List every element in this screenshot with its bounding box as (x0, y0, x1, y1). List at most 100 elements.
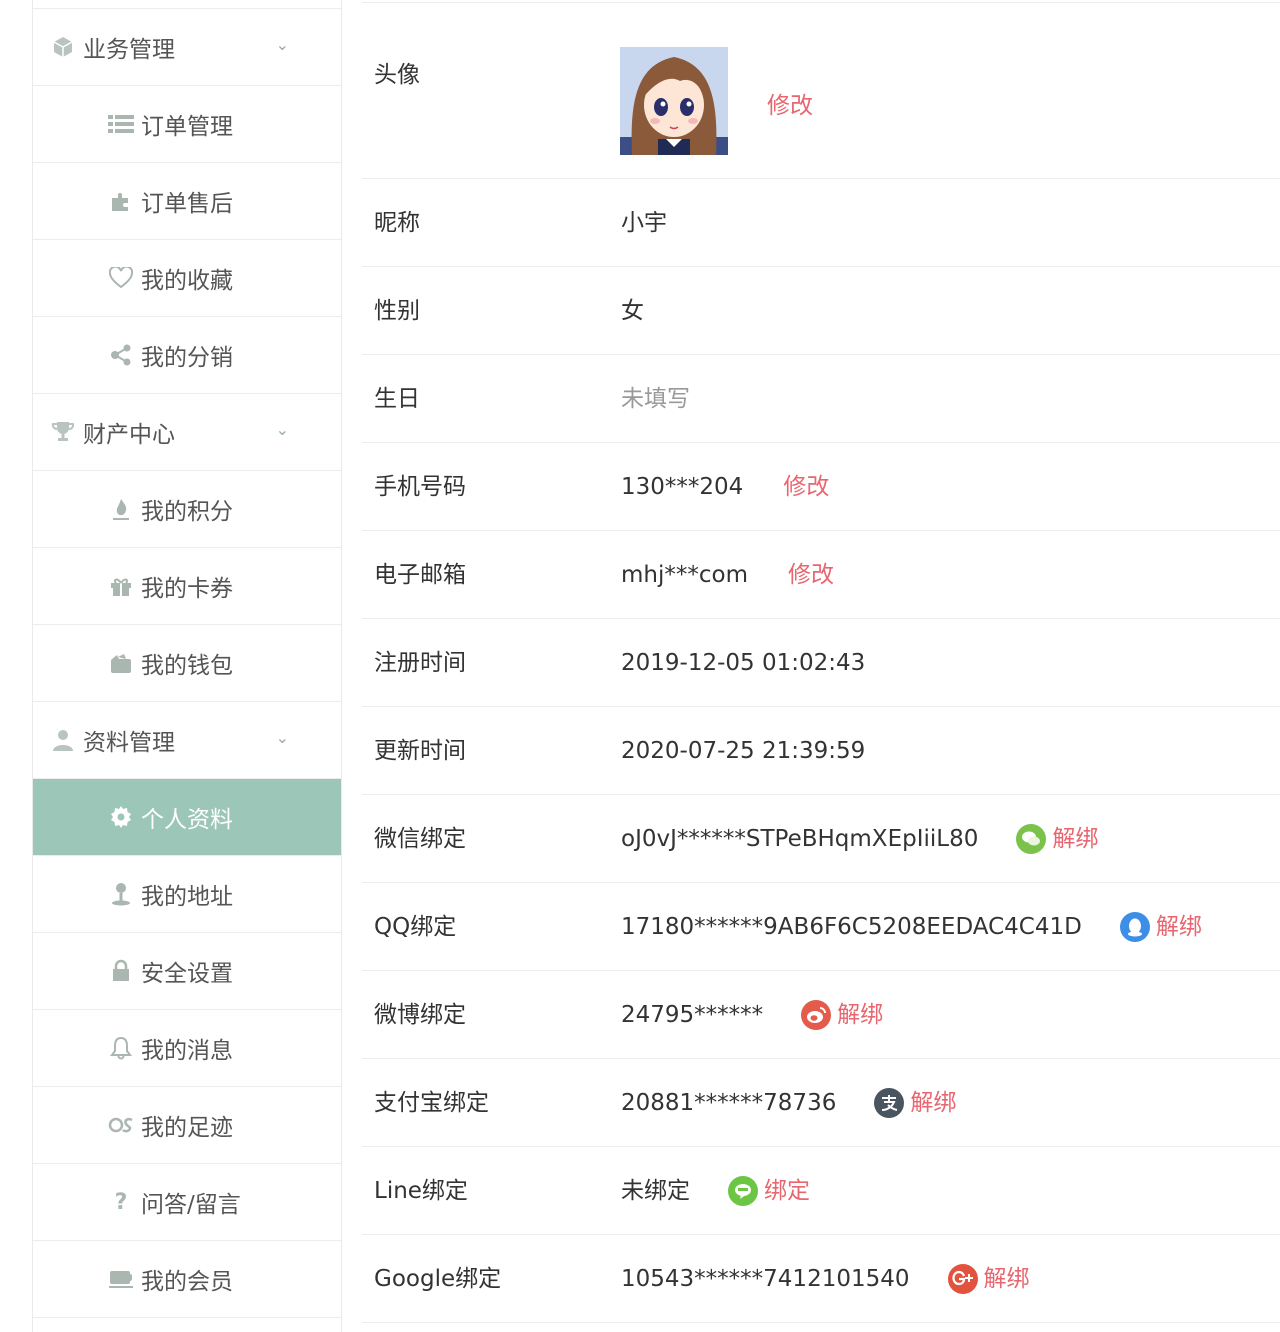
row-label: 昵称 (374, 210, 420, 236)
qq-value: 17180******9AB6F6C5208EEDAC4C41D (621, 914, 1082, 940)
sidebar-item-label: 我的钱包 (141, 653, 233, 679)
sidebar-item-label: 我的卡券 (141, 576, 233, 602)
row-label: 微信绑定 (374, 826, 466, 852)
row-label: Line绑定 (374, 1178, 468, 1204)
profile-row-wechat: 微信绑定 oJ0vJ******STPeBHqmXEpIiiL80 解绑 (362, 795, 1280, 883)
row-value: 2020-07-25 21:39:59 (621, 707, 865, 795)
wechat-icon (1016, 824, 1047, 854)
line-value: 未绑定 (621, 1178, 690, 1204)
alipay-icon (874, 1088, 905, 1118)
line-bind-button[interactable]: 绑定 (728, 1147, 810, 1235)
qq-unbind-button[interactable]: 解绑 (1119, 883, 1202, 971)
sidebar-item-label: 个人资料 (141, 807, 233, 833)
sidebar-group-label: 财产中心 (83, 422, 175, 448)
line-bind-label: 绑定 (764, 1178, 810, 1204)
row-value: 小宇 (621, 179, 667, 267)
bell-icon (107, 1034, 135, 1062)
weibo-icon (801, 1000, 832, 1030)
sidebar-item-label: 订单管理 (141, 114, 233, 140)
sidebar-item-security[interactable]: 安全设置 (33, 933, 341, 1010)
sidebar-group-business[interactable]: 业务管理 ⌄ (33, 9, 341, 86)
phone-value: 130***204 (621, 474, 744, 500)
sidebar-item-messages[interactable]: 我的消息 (33, 1010, 341, 1087)
alipay-unbind-button[interactable]: 解绑 (874, 1059, 956, 1147)
alipay-value: 20881******78736 (621, 1090, 837, 1116)
sidebar-item-label: 我的收藏 (141, 268, 233, 294)
wechat-value: oJ0vJ******STPeBHqmXEpIiiL80 (621, 826, 979, 852)
profile-row-line: Line绑定 未绑定 绑定 (362, 1147, 1280, 1235)
google-unbind-label: 解绑 (983, 1266, 1030, 1292)
cube-icon (49, 33, 77, 61)
google-unbind-button[interactable]: 解绑 (947, 1235, 1030, 1323)
google-value: 10543******7412101540 (621, 1266, 910, 1292)
profile-row-register-time: 注册时间 2019-12-05 01:02:43 (362, 619, 1280, 707)
sidebar-group-assets[interactable]: 财产中心 ⌄ (33, 394, 341, 471)
sidebar-item-footprints[interactable]: 我的足迹 (33, 1087, 341, 1164)
row-value: oJ0vJ******STPeBHqmXEpIiiL80 解绑 (621, 795, 1098, 883)
sidebar-item-favorites[interactable]: 我的收藏 (33, 240, 341, 317)
google-plus-icon (947, 1264, 978, 1294)
sidebar-item-label: 我的会员 (141, 1269, 233, 1295)
wechat-unbind-button[interactable]: 解绑 (1016, 795, 1098, 883)
user-icon (49, 726, 77, 754)
sidebar-group-profile[interactable]: 资料管理 ⌄ (33, 702, 341, 779)
sidebar-item-address[interactable]: 我的地址 (33, 856, 341, 933)
profile-panel: 头像 修改 昵称 小宇 性别 女 生日 未填写 手机号码 130***204 修… (362, 0, 1280, 1323)
sidebar-item-label: 我的足迹 (141, 1115, 233, 1141)
gender-value: 女 (621, 298, 644, 324)
avatar-edit-link[interactable]: 修改 (767, 86, 813, 120)
chevron-down-icon: ⌄ (275, 35, 289, 54)
trophy-icon (49, 418, 77, 446)
row-value: 130***204 修改 (621, 443, 829, 531)
update-time-value: 2020-07-25 21:39:59 (621, 738, 866, 764)
profile-row-nickname: 昵称 小宇 (362, 179, 1280, 267)
sidebar-item-coupons[interactable]: 我的卡券 (33, 548, 341, 625)
sidebar: 业务管理 ⌄ 订单管理 订单售后 我的收藏 我的分销 财产中心 ⌄ 我的积分 我… (32, 0, 342, 1332)
row-value: 17180******9AB6F6C5208EEDAC4C41D 解绑 (621, 883, 1202, 971)
row-label: 注册时间 (374, 650, 466, 676)
weibo-unbind-button[interactable]: 解绑 (801, 971, 883, 1059)
email-edit-link[interactable]: 修改 (788, 531, 834, 619)
profile-row-alipay: 支付宝绑定 20881******78736 解绑 (362, 1059, 1280, 1147)
sidebar-item-label: 我的消息 (141, 1038, 233, 1064)
lock-icon (107, 957, 135, 985)
row-value: 24795****** 解绑 (621, 971, 883, 1059)
sidebar-group-label: 资料管理 (83, 730, 175, 756)
phone-edit-link[interactable]: 修改 (783, 443, 829, 531)
puzzle-icon (107, 187, 135, 215)
card-icon (107, 1265, 135, 1293)
profile-row-gender: 性别 女 (362, 267, 1280, 355)
row-value: 未填写 (621, 355, 690, 443)
profile-row-phone: 手机号码 130***204 修改 (362, 443, 1280, 531)
gear-icon (107, 803, 135, 831)
avatar[interactable] (620, 47, 728, 155)
sidebar-item-distribution[interactable]: 我的分销 (33, 317, 341, 394)
weibo-unbind-label: 解绑 (837, 1002, 884, 1028)
chevron-down-icon: ⌄ (275, 728, 289, 747)
email-value: mhj***com (621, 562, 748, 588)
sidebar-item-personal-info[interactable]: 个人资料 (33, 779, 341, 856)
sidebar-item-label: 我的地址 (141, 884, 233, 910)
sidebar-item-points[interactable]: 我的积分 (33, 471, 341, 548)
footprint-icon (107, 1111, 135, 1139)
row-label: 生日 (374, 386, 420, 412)
row-value: 10543******7412101540 解绑 (621, 1235, 1030, 1323)
row-label: 支付宝绑定 (374, 1090, 489, 1116)
list-icon (107, 110, 135, 138)
birthday-value: 未填写 (621, 386, 690, 412)
sidebar-item-after-sales[interactable]: 订单售后 (33, 163, 341, 240)
sidebar-group-label: 业务管理 (83, 37, 175, 63)
row-value: 女 (621, 267, 644, 355)
sidebar-item-orders[interactable]: 订单管理 (33, 86, 341, 163)
sidebar-item-wallet[interactable]: 我的钱包 (33, 625, 341, 702)
weibo-value: 24795****** (621, 1002, 764, 1028)
profile-row-google: Google绑定 10543******7412101540 解绑 (362, 1235, 1280, 1323)
share-icon (107, 341, 135, 369)
sidebar-item-membership[interactable]: 我的会员 (33, 1241, 341, 1318)
qq-unbind-label: 解绑 (1155, 914, 1202, 940)
sidebar-item-qa[interactable]: ? 问答/留言 (33, 1164, 341, 1241)
profile-row-update-time: 更新时间 2020-07-25 21:39:59 (362, 707, 1280, 795)
qq-icon (1119, 912, 1150, 942)
line-icon (728, 1176, 758, 1206)
row-label: 更新时间 (374, 738, 466, 764)
